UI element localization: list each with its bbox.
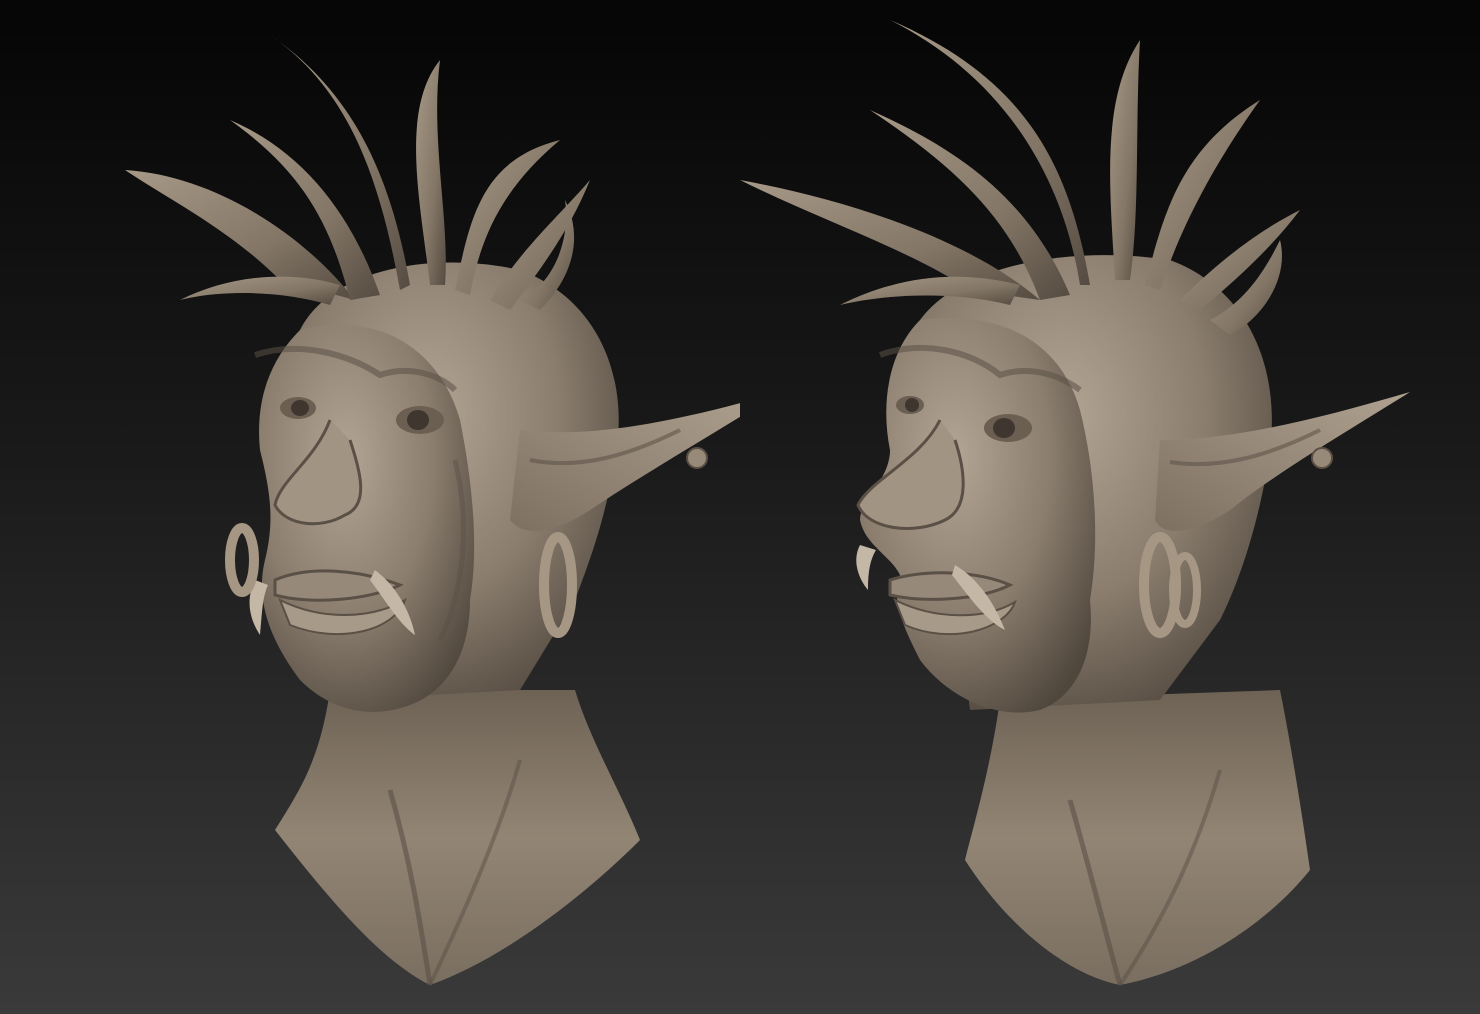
troll-bust-side-profile — [740, 0, 1480, 1014]
troll-bust-three-quarter — [0, 0, 740, 1014]
troll-bust-side-profile-illustration — [740, 20, 1410, 987]
sculpt-viewport — [0, 0, 1480, 1014]
troll-bust-three-quarter-illustration — [125, 35, 740, 986]
